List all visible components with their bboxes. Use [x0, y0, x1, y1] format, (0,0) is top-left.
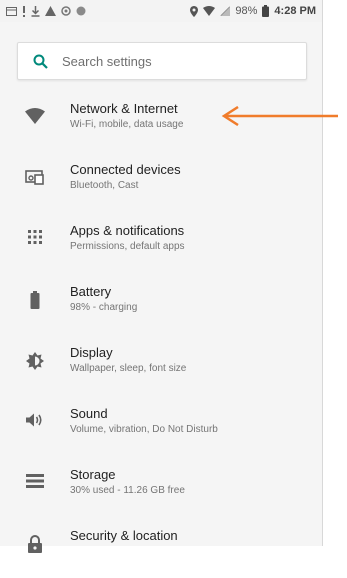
item-title: Network & Internet [70, 101, 178, 116]
item-subtitle: 30% used - 11.26 GB free [70, 485, 185, 496]
devices-icon [0, 161, 70, 185]
item-title: Battery [70, 284, 112, 299]
item-title: Apps & notifications [70, 223, 185, 238]
search-placeholder: Search settings [62, 53, 152, 69]
search-bar[interactable]: Search settings [17, 42, 307, 80]
wifi-status-icon [203, 6, 216, 16]
settings-item-sound[interactable]: Sound Volume, vibration, Do Not Disturb [0, 395, 322, 456]
item-title: Display [70, 345, 113, 360]
item-title: Storage [70, 467, 116, 482]
item-title: Connected devices [70, 162, 181, 177]
lock-icon [0, 527, 70, 553]
settings-screen: 98% 4:28 PM Search settings Network & In… [0, 0, 323, 553]
signal-icon [220, 6, 231, 16]
item-subtitle: Wi-Fi, mobile, data usage [70, 119, 184, 130]
item-subtitle: Bluetooth, Cast [70, 180, 139, 191]
battery-icon [0, 283, 70, 309]
settings-item-display[interactable]: Display Wallpaper, sleep, font size [0, 334, 322, 395]
item-subtitle: Permissions, default apps [70, 241, 185, 252]
annotation-arrow [221, 106, 338, 126]
settings-item-connected-devices[interactable]: Connected devices Bluetooth, Cast [0, 151, 322, 212]
item-subtitle: Volume, vibration, Do Not Disturb [70, 424, 218, 435]
item-title: Security & location [70, 528, 178, 543]
settings-list: Network & Internet Wi-Fi, mobile, data u… [0, 90, 322, 578]
record-icon [76, 6, 86, 16]
search-icon [18, 54, 62, 69]
location-icon [190, 5, 199, 17]
settings-item-battery[interactable]: Battery 98% - charging [0, 273, 322, 334]
settings-item-apps[interactable]: Apps & notifications Permissions, defaul… [0, 212, 322, 273]
status-bar: 98% 4:28 PM [0, 0, 322, 22]
battery-status-icon [262, 5, 270, 17]
item-subtitle: Wallpaper, sleep, font size [70, 363, 187, 374]
display-icon [0, 344, 70, 370]
settings-item-storage[interactable]: Storage 30% used - 11.26 GB free [0, 456, 322, 517]
sound-icon [0, 405, 70, 427]
apps-icon [0, 222, 70, 244]
item-title: Sound [70, 406, 108, 421]
settings-item-security[interactable]: Security & location [0, 517, 322, 578]
warning-icon [45, 6, 56, 16]
wifi-icon [0, 100, 70, 124]
sync-icon [61, 6, 71, 16]
alert-icon [22, 5, 26, 17]
battery-percent: 98% [235, 5, 258, 17]
card-notification-icon [6, 6, 17, 16]
clock: 4:28 PM [274, 5, 316, 17]
download-icon [31, 5, 40, 17]
storage-icon [0, 466, 70, 488]
item-subtitle: 98% - charging [70, 302, 138, 313]
